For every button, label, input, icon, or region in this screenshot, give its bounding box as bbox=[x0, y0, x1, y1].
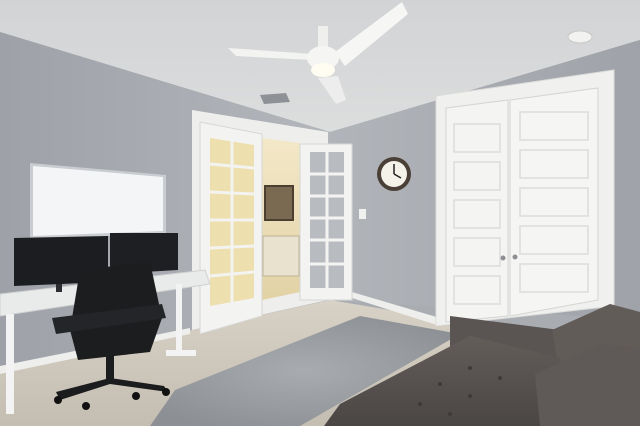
closet-doors bbox=[435, 69, 615, 327]
room-photo bbox=[0, 0, 640, 426]
light-switch bbox=[359, 209, 366, 219]
smoke-detector bbox=[567, 30, 593, 44]
whiteboard bbox=[30, 163, 166, 239]
hallway-shelf bbox=[262, 235, 300, 277]
wall-clock bbox=[377, 157, 411, 191]
hallway-art bbox=[264, 185, 294, 221]
french-door-right bbox=[299, 143, 353, 301]
room-photo-svg bbox=[0, 0, 640, 426]
french-door-left bbox=[199, 121, 263, 335]
